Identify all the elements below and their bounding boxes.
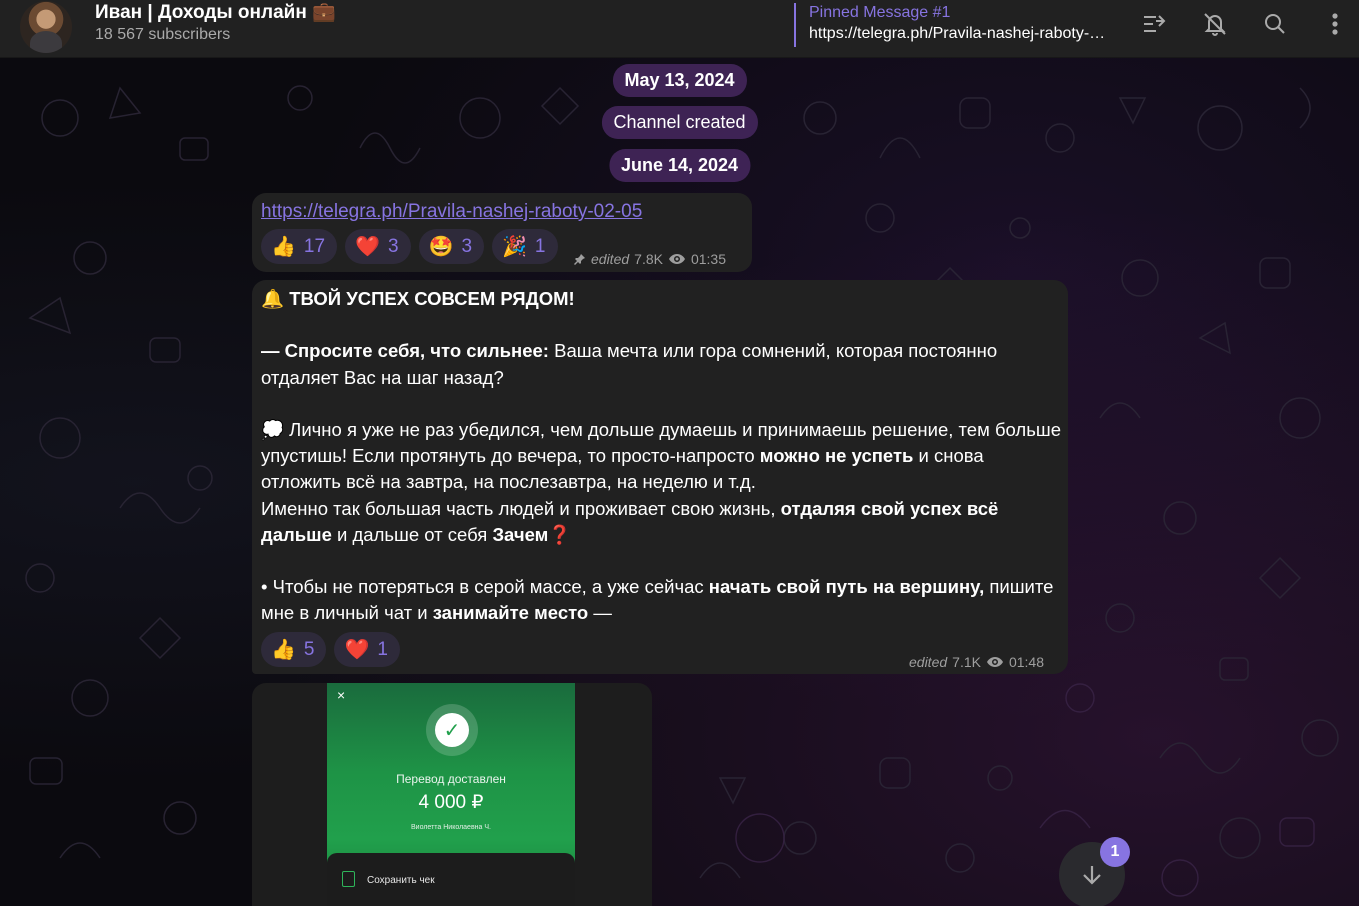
heart-icon: ❤️: [344, 638, 370, 661]
live-stream-icon[interactable]: [1141, 10, 1169, 38]
plain-text: • Чтобы не потеряться в серой массе, а у…: [261, 576, 709, 598]
pinned-message-bar[interactable]: Pinned Message #1 https://telegra.ph/Pra…: [794, 3, 1109, 47]
view-count: 7.8K: [634, 251, 663, 267]
reactions-bar: 👍 17 ❤️ 3 🤩 3 🎉 1: [261, 229, 558, 264]
close-icon: ×: [337, 687, 346, 703]
heading-text: ТВОЙ УСПЕХ СОВСЕМ РЯДОМ!: [289, 288, 575, 309]
bold-text: можно не успеть: [759, 445, 914, 467]
plain-text: и дальше от себя: [331, 523, 493, 545]
party-popper-icon: 🎉: [502, 235, 527, 258]
channel-info[interactable]: Иван | Доходы онлайн 💼 18 567 subscriber…: [95, 2, 336, 44]
service-message: Channel created: [601, 106, 758, 139]
eye-icon: [668, 254, 685, 264]
search-icon[interactable]: [1261, 10, 1289, 38]
channel-title: Иван | Доходы онлайн 💼: [95, 2, 336, 23]
transfer-recipient: Виолетта Николаевна Ч.: [411, 824, 491, 831]
unread-count-badge: 1: [1100, 837, 1130, 867]
eye-icon: [986, 657, 1003, 667]
reaction-thumbs-up[interactable]: 👍 17: [261, 229, 338, 264]
thumbs-up-icon: 👍: [271, 235, 296, 258]
pinned-title: Pinned Message #1: [809, 4, 951, 21]
message-time: 01:35: [690, 251, 727, 267]
bold-text: начать свой путь на вершину,: [708, 576, 985, 598]
transfer-amount: 4 000 ₽: [418, 792, 484, 813]
reaction-count: 1: [377, 638, 388, 660]
message-meta: edited 7.8K 01:35: [574, 251, 726, 267]
question-mark-icon: ❓: [548, 523, 572, 545]
edited-label: edited: [909, 654, 948, 670]
message-heading: 🔔 ТВОЙ УСПЕХ СОВСЕМ РЯДОМ!: [261, 286, 1061, 312]
transfer-status: Перевод доставлен: [396, 772, 506, 786]
receipt-icon: [342, 871, 355, 887]
edited-label: edited: [591, 251, 630, 267]
message-bubble[interactable]: 🔔 ТВОЙ УСПЕХ СОВСЕМ РЯДОМ! — Спросите се…: [252, 280, 1068, 674]
arrow-down-icon: [1083, 866, 1101, 885]
mute-icon[interactable]: [1201, 10, 1229, 38]
message-text: 🔔 ТВОЙ УСПЕХ СОВСЕМ РЯДОМ! — Спросите се…: [261, 286, 1061, 627]
pin-icon: [574, 254, 585, 265]
thumbs-up-icon: 👍: [271, 638, 296, 661]
channel-avatar[interactable]: [20, 1, 72, 53]
plain-text: Именно так большая часть людей и прожива…: [261, 497, 781, 519]
reaction-heart[interactable]: ❤️ 3: [345, 229, 411, 264]
chat-header[interactable]: Иван | Доходы онлайн 💼 18 567 subscriber…: [0, 0, 1359, 58]
subscriber-count: 18 567 subscribers: [95, 26, 231, 43]
receipt-actions-panel: [327, 853, 575, 906]
reaction-party[interactable]: 🎉 1: [492, 229, 558, 264]
reaction-count: 1: [534, 235, 546, 257]
reaction-star-struck[interactable]: 🤩 3: [418, 229, 485, 264]
date-separator: May 13, 2024: [612, 64, 747, 97]
view-count: 7.1K: [952, 654, 981, 670]
heart-icon: ❤️: [355, 235, 380, 258]
reaction-count: 3: [461, 235, 473, 257]
paragraph-4: • Чтобы не потеряться в серой массе, а у…: [261, 574, 1061, 626]
pinned-text: https://telegra.ph/Pravila-nashej-raboty…: [809, 25, 1109, 42]
date-separator: June 14, 2024: [608, 149, 751, 182]
message-meta: edited 7.1K 01:48: [909, 654, 1044, 670]
message-time: 01:48: [1008, 654, 1045, 670]
more-icon[interactable]: [1321, 10, 1349, 38]
save-receipt-label: Сохранить чек: [367, 875, 435, 886]
thought-bubble-icon: 💭: [261, 418, 285, 440]
reaction-heart[interactable]: ❤️ 1: [334, 632, 400, 667]
plain-text: —: [588, 602, 612, 624]
reaction-count: 3: [387, 235, 399, 257]
reaction-count: 17: [303, 235, 326, 257]
reaction-thumbs-up[interactable]: 👍 5: [261, 632, 327, 667]
reactions-bar: 👍 5 ❤️ 1: [261, 632, 400, 667]
check-icon: ✓: [435, 713, 469, 747]
message-bubble[interactable]: https://telegra.ph/Pravila-nashej-raboty…: [252, 193, 752, 272]
paragraph-3: Именно так большая часть людей и прожива…: [261, 496, 1061, 548]
bold-text: занимайте место: [432, 602, 589, 624]
bell-icon: 🔔: [261, 288, 285, 309]
photo-message[interactable]: × ✓ Перевод доставлен 4 000 ₽ Виолетта Н…: [252, 683, 652, 906]
check-badge: ✓: [426, 704, 478, 756]
reaction-count: 5: [303, 638, 315, 660]
paragraph-1: — Спросите себя, что сильнее: Ваша мечта…: [261, 338, 1061, 390]
bold-text: Зачем: [492, 523, 549, 545]
bold-text: — Спросите себя, что сильнее:: [261, 340, 549, 362]
message-link[interactable]: https://telegra.ph/Pravila-nashej-raboty…: [261, 201, 642, 223]
star-struck-icon: 🤩: [428, 235, 454, 258]
paragraph-2: 💭 Лично я уже не раз убедился, чем дольш…: [261, 417, 1061, 496]
